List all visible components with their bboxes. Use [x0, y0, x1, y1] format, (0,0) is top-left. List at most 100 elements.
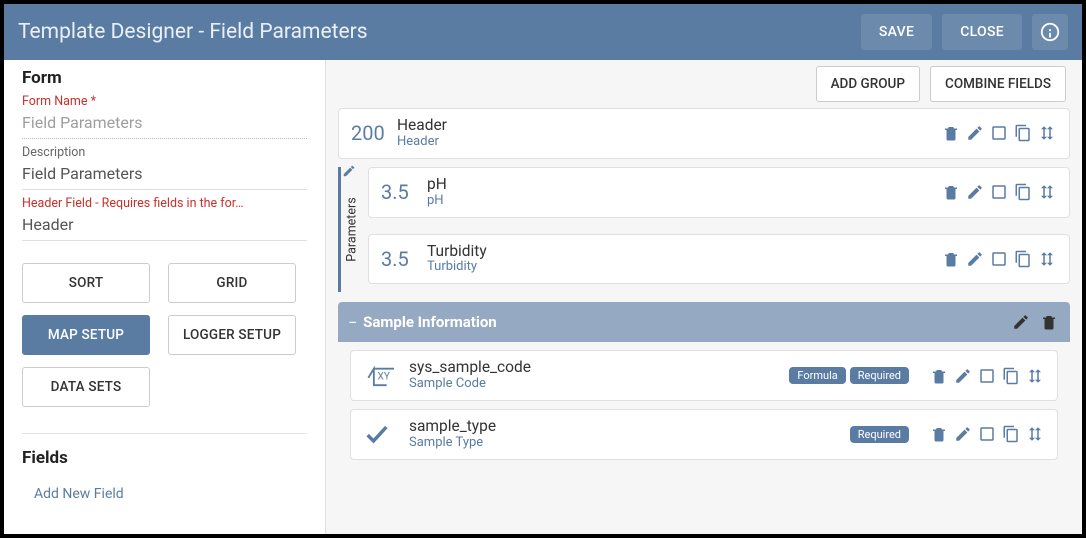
parameters-label: Parameters	[345, 184, 360, 274]
copy-icon	[1002, 425, 1020, 443]
field-badges: Formula Required	[789, 367, 909, 384]
required-badge: Required	[850, 426, 909, 443]
field-title: Turbidity	[427, 243, 941, 261]
copy-button[interactable]	[1001, 366, 1021, 386]
add-group-button[interactable]: ADD GROUP	[816, 66, 920, 102]
reorder-button[interactable]	[1037, 123, 1057, 143]
tablet-icon	[978, 425, 996, 443]
field-subtitle: Sample Code	[409, 377, 789, 392]
close-button[interactable]: CLOSE	[942, 14, 1022, 50]
pencil-icon	[966, 124, 984, 142]
edit-button[interactable]	[953, 424, 973, 444]
decimal-type-icon: 3.5	[381, 180, 427, 204]
add-new-field-link[interactable]: Add New Field	[34, 486, 124, 502]
pencil-icon	[954, 425, 972, 443]
delete-button[interactable]	[941, 182, 961, 202]
handle-icon	[342, 164, 356, 178]
trash-icon	[930, 425, 948, 443]
parameters-tab[interactable]: Parameters	[338, 167, 362, 293]
device-button[interactable]	[977, 424, 997, 444]
device-button[interactable]	[989, 123, 1009, 143]
field-title: Header	[397, 117, 941, 135]
group-edit-button[interactable]	[1010, 311, 1032, 333]
grid-button[interactable]: GRID	[168, 263, 296, 303]
combine-fields-button[interactable]: COMBINE FIELDS	[930, 66, 1066, 102]
field-row-turbidity[interactable]: 3.5 Turbidity Turbidity	[368, 234, 1070, 285]
number-type-icon: 200	[351, 121, 397, 145]
edit-button[interactable]	[953, 366, 973, 386]
pencil-icon	[966, 250, 984, 268]
copy-icon	[1014, 183, 1032, 201]
sort-button[interactable]: SORT	[22, 263, 150, 303]
field-subtitle: Header	[397, 135, 941, 150]
row-actions	[929, 366, 1045, 386]
pencil-icon	[1012, 313, 1030, 331]
check-type-icon	[363, 420, 409, 448]
formula-type-icon: XY	[363, 365, 409, 387]
form-name-label: Form Name *	[22, 94, 307, 109]
sidebar-divider	[22, 433, 307, 434]
trash-icon	[1040, 313, 1058, 331]
field-row-header[interactable]: 200 Header Header	[338, 108, 1070, 159]
field-title: sys_sample_code	[409, 359, 789, 377]
sort-arrows-icon	[1026, 367, 1044, 385]
row-actions	[929, 424, 1045, 444]
app-header: Template Designer - Field Parameters SAV…	[4, 4, 1082, 60]
field-row-sys-sample-code[interactable]: XY sys_sample_code Sample Code Formula R…	[350, 350, 1058, 401]
delete-button[interactable]	[941, 123, 961, 143]
row-actions	[941, 249, 1057, 269]
delete-button[interactable]	[929, 366, 949, 386]
copy-button[interactable]	[1013, 123, 1033, 143]
pencil-icon	[954, 367, 972, 385]
group-delete-button[interactable]	[1038, 311, 1060, 333]
decimal-type-icon: 3.5	[381, 247, 427, 271]
edit-button[interactable]	[965, 182, 985, 202]
main-toolbar: ADD GROUP COMBINE FIELDS	[338, 60, 1070, 108]
field-title: sample_type	[409, 418, 850, 436]
logger-setup-button[interactable]: LOGGER SETUP	[168, 315, 296, 355]
description-input[interactable]: Field Parameters	[22, 160, 307, 190]
field-row-sample-type[interactable]: sample_type Sample Type Required	[350, 409, 1058, 460]
field-subtitle: Sample Type	[409, 436, 850, 451]
reorder-button[interactable]	[1025, 366, 1045, 386]
sidebar: Form Form Name * Field Parameters Descri…	[4, 60, 326, 534]
form-name-input[interactable]: Field Parameters	[22, 109, 307, 139]
copy-button[interactable]	[1013, 182, 1033, 202]
device-button[interactable]	[989, 249, 1009, 269]
field-subtitle: pH	[427, 194, 941, 209]
trash-icon	[942, 124, 960, 142]
reorder-button[interactable]	[1037, 182, 1057, 202]
reorder-button[interactable]	[1037, 249, 1057, 269]
group-name: Sample Information	[363, 313, 1004, 331]
edit-button[interactable]	[965, 123, 985, 143]
header-field-input[interactable]: Header	[22, 211, 307, 241]
delete-button[interactable]	[929, 424, 949, 444]
sort-arrows-icon	[1038, 183, 1056, 201]
info-button[interactable]	[1032, 14, 1068, 50]
copy-button[interactable]	[1001, 424, 1021, 444]
tablet-icon	[990, 250, 1008, 268]
tablet-icon	[978, 367, 996, 385]
device-button[interactable]	[989, 182, 1009, 202]
collapse-toggle[interactable]: −	[348, 313, 357, 332]
save-button[interactable]: SAVE	[861, 14, 932, 50]
copy-button[interactable]	[1013, 249, 1033, 269]
edit-button[interactable]	[965, 249, 985, 269]
map-setup-button[interactable]: MAP SETUP	[22, 315, 150, 355]
trash-icon	[942, 250, 960, 268]
device-button[interactable]	[977, 366, 997, 386]
formula-badge: Formula	[789, 367, 845, 384]
tablet-icon	[990, 183, 1008, 201]
delete-button[interactable]	[941, 249, 961, 269]
data-sets-button[interactable]: DATA SETS	[22, 367, 150, 407]
group-header-sample-information[interactable]: − Sample Information	[338, 302, 1070, 342]
main-panel: ADD GROUP COMBINE FIELDS 200 Header Head…	[326, 60, 1082, 534]
field-subtitle: Turbidity	[427, 260, 941, 275]
sort-arrows-icon	[1038, 250, 1056, 268]
reorder-button[interactable]	[1025, 424, 1045, 444]
form-section-heading: Form	[22, 68, 307, 88]
header-field-warning: Header Field - Requires fields in the fo…	[22, 196, 307, 211]
parameters-group: Parameters 3.5 pH pH	[338, 167, 1070, 293]
pencil-icon	[966, 183, 984, 201]
field-row-ph[interactable]: 3.5 pH pH	[368, 167, 1070, 218]
